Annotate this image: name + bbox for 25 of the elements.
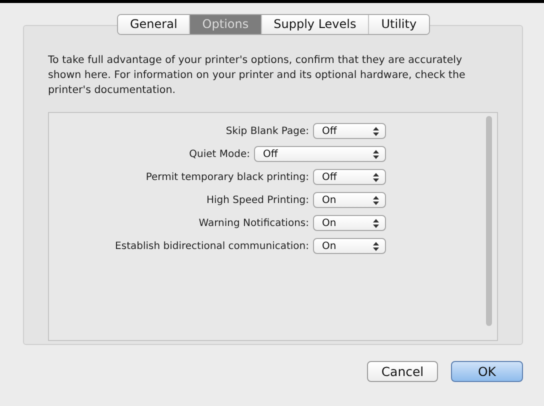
- cancel-button[interactable]: Cancel: [367, 361, 438, 382]
- option-label: Establish bidirectional communication:: [115, 240, 309, 252]
- tab[interactable]: General: [118, 15, 190, 34]
- up-down-arrows-icon: [373, 242, 379, 250]
- up-down-arrows-icon: [373, 196, 379, 204]
- option-label: Warning Notifications:: [198, 218, 309, 228]
- tab[interactable]: Supply Levels: [260, 15, 368, 34]
- description-text: To take full advantage of your printer's options, confirm that they are accurately shown here. For information on your printer and its optional hardware, check the printer's documentation.: [48, 53, 466, 98]
- up-down-arrows-icon: [373, 172, 379, 182]
- option-label: High Speed Printing:: [206, 194, 309, 206]
- option-label: Permit temporary black printing:: [146, 172, 309, 182]
- popup-menu[interactable]: On: [313, 215, 386, 231]
- popup-menu[interactable]: Off: [254, 146, 386, 162]
- popup-menu[interactable]: Off: [313, 123, 386, 139]
- ok-button[interactable]: OK: [451, 361, 523, 382]
- option-label: Skip Blank Page:: [226, 126, 309, 136]
- popup-menu[interactable]: Off: [313, 169, 386, 185]
- up-down-arrows-icon: [373, 218, 379, 228]
- popup-menu[interactable]: On: [313, 238, 386, 254]
- tab[interactable]: Utility: [368, 15, 429, 34]
- up-down-arrows-icon: [373, 126, 379, 136]
- popup-menu[interactable]: On: [313, 192, 386, 208]
- option-label: Quiet Mode:: [189, 148, 250, 160]
- up-down-arrows-icon: [373, 150, 379, 158]
- scroll-bar[interactable]: [486, 116, 492, 326]
